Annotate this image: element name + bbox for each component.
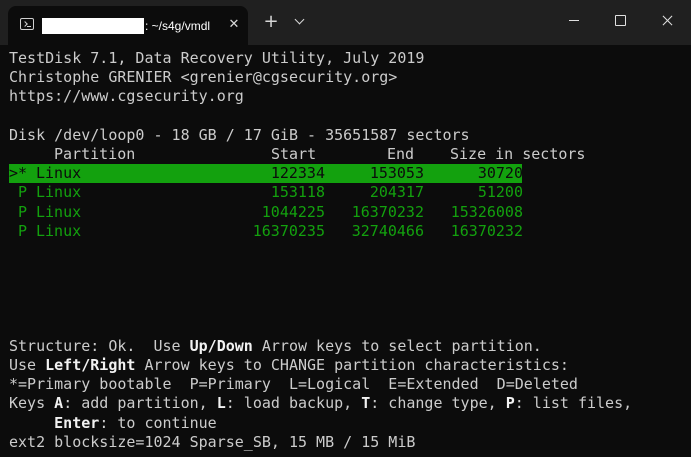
row-start: 122334 [270,164,325,183]
title-bar: : ~/s4g/vmdl ✕ + [0,0,691,45]
help-text: Use [9,356,46,374]
partition-row[interactable]: P Linux 16370235 32740466 16370232 [9,222,689,241]
chevron-down-icon[interactable] [292,14,308,30]
row-end: 16370232 [351,202,424,221]
help-key: Left/Right [45,356,136,374]
row-start: 1044225 [261,202,325,221]
help-text: : change type, [370,394,506,413]
help-text: Arrow keys to CHANGE partition character… [135,356,569,374]
col-end: End [387,144,415,163]
partition-row[interactable]: P Linux 153118 204317 51200 [9,183,689,202]
help-text: Arrow keys to select partition. [252,336,542,355]
help-key: Enter [54,413,100,432]
row-type: Linux [36,183,82,202]
row-marker: P [9,202,28,221]
row-end: 153053 [369,164,424,183]
header-line: Christophe GRENIER <grenier@cgsecurity.o… [9,68,398,87]
header-line: TestDisk 7.1, Data Recovery Utility, Jul… [9,49,425,67]
row-marker: P [9,183,28,202]
selection-highlight [9,164,522,184]
row-size: 15326008 [450,202,523,221]
help-text: : add partition, [63,394,217,413]
row-type: Linux [36,202,82,221]
terminal-icon [20,18,34,30]
maximize-button[interactable] [597,0,643,40]
row-size: 51200 [477,183,523,202]
help-line-keys: Keys A: add partition, L: load backup, T… [9,394,689,413]
terminal-window: : ~/s4g/vmdl ✕ + TestDisk 7.1, Data Reco… [0,0,691,457]
help-key: Up/Down [189,336,253,355]
row-start: 153118 [270,183,325,202]
help-key: A [54,394,64,413]
disk-line: Disk /dev/loop0 - 18 GB / 17 GiB - 35651… [9,125,470,144]
help-line-enter: Enter: to continue [9,414,689,433]
close-tab-icon[interactable]: ✕ [226,17,242,33]
row-size: 30720 [477,164,523,183]
help-key: P [505,394,515,413]
help-line-legend: *=Primary bootable P=Primary L=Logical E… [9,375,578,394]
help-line-change: Use Left/Right Arrow keys to CHANGE part… [9,356,689,375]
redacted-tab-text [42,18,144,34]
help-text: : load backup, [225,394,362,413]
row-start: 16370235 [252,221,325,240]
row-marker: >* [9,164,28,183]
col-partition: Partition [54,144,136,163]
column-headers: Partition Start End Size in sectors [9,145,689,164]
help-text: Keys [9,394,55,413]
tab-title: : ~/s4g/vmdl [145,19,211,33]
row-end: 32740466 [351,221,424,240]
row-type: Linux [36,164,82,183]
header-line: https://www.cgsecurity.org [9,87,244,106]
help-line-structure: Structure: Ok. Use Up/Down Arrow keys to… [9,337,689,356]
terminal-output[interactable]: TestDisk 7.1, Data Recovery Utility, Jul… [9,49,689,452]
close-window-button[interactable] [643,0,691,40]
help-indent [9,414,54,432]
minimize-button[interactable] [551,0,597,40]
row-end: 204317 [369,183,424,202]
new-tab-button[interactable]: + [262,13,280,31]
help-key: L [216,394,226,413]
col-start: Start [271,144,317,163]
help-key: T [361,394,371,413]
row-size: 16370232 [450,221,523,240]
terminal-tab[interactable]: : ~/s4g/vmdl ✕ [8,6,248,45]
help-text: : list files, [514,394,633,413]
partition-row[interactable]: P Linux 1044225 16370232 15326008 [9,203,689,222]
row-type: Linux [36,221,82,240]
partition-row-selected[interactable]: >* Linux 122334 153053 30720 [9,164,689,184]
partition-info-line: ext2 blocksize=1024 Sparse_SB, 15 MB / 1… [9,432,416,451]
help-text: : to continue [99,413,217,432]
row-marker: P [9,221,28,240]
col-size: Size in sectors [450,144,586,163]
